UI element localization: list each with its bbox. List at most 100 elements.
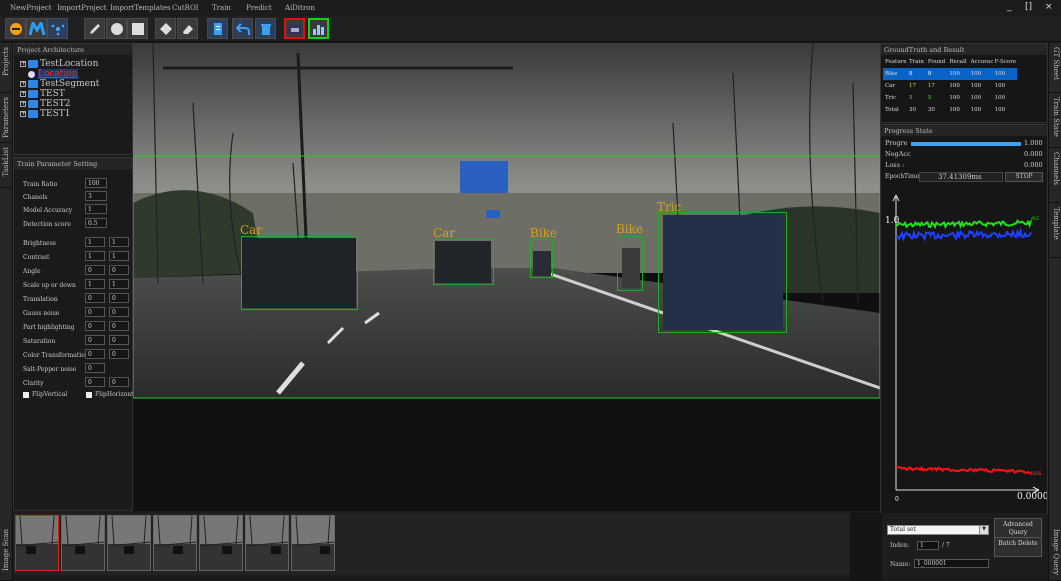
table-row[interactable]: Tric 5 5 100 100 100 bbox=[883, 92, 1017, 104]
expand-icon[interactable]: + bbox=[20, 111, 26, 117]
network-tool-button[interactable] bbox=[47, 18, 68, 39]
tree-item[interactable]: + TEST bbox=[20, 89, 99, 99]
delete-button[interactable] bbox=[255, 18, 276, 39]
checkbox-fliphorizontal[interactable]: FlipHorizontal bbox=[86, 391, 133, 398]
parameter-input[interactable]: 0 bbox=[85, 335, 105, 345]
parameter-row: Salt-Pepper noise 0 bbox=[14, 363, 135, 376]
thumbnail[interactable] bbox=[61, 515, 105, 571]
parameter-input[interactable]: 1 bbox=[85, 251, 105, 261]
image-viewer[interactable]: Car Car Bike Bike Tric bbox=[133, 43, 880, 511]
table-row[interactable]: Car 17 17 100 100 100 bbox=[883, 80, 1017, 92]
query-set-select[interactable]: Total set ▼ bbox=[887, 525, 989, 535]
parameter-input[interactable]: 3 bbox=[85, 191, 107, 201]
tab-projects[interactable]: Projects bbox=[0, 43, 13, 93]
name-input[interactable]: 1_000001 bbox=[914, 559, 989, 568]
table-cell: 100 bbox=[994, 95, 1006, 101]
close-button[interactable]: × bbox=[1045, 2, 1053, 12]
thumbnail[interactable] bbox=[107, 515, 151, 571]
menu-new-project[interactable]: NewProject bbox=[10, 4, 52, 12]
tab-image-scan[interactable]: Image Scan bbox=[0, 513, 13, 581]
parameter-input[interactable]: 0 bbox=[85, 265, 105, 275]
menu-train[interactable]: Train bbox=[212, 4, 231, 12]
tab-template[interactable]: Template bbox=[1049, 203, 1061, 258]
chevron-down-icon[interactable]: ▼ bbox=[979, 526, 988, 534]
parameter-input[interactable]: 0 bbox=[85, 377, 105, 387]
tree-item[interactable]: + TEST1 bbox=[20, 109, 99, 119]
tab-parameters[interactable]: Parameters bbox=[0, 93, 13, 143]
maximize-button[interactable]: [] bbox=[1025, 2, 1032, 12]
tab-tasklist[interactable]: TaskList bbox=[0, 143, 13, 188]
expand-icon[interactable]: + bbox=[20, 101, 26, 107]
menu-cut-roi[interactable]: CutROI bbox=[172, 4, 198, 12]
parameter-input-max[interactable]: 1 bbox=[109, 237, 129, 247]
detection-box[interactable] bbox=[617, 236, 643, 291]
tab-channels[interactable]: Channels bbox=[1049, 148, 1061, 203]
menu-import-project[interactable]: ImportProject bbox=[57, 4, 107, 12]
table-row[interactable]: Total 30 30 100 100 100 bbox=[883, 104, 1017, 116]
thumbnail[interactable] bbox=[153, 515, 197, 571]
tree-item[interactable]: Location bbox=[20, 69, 99, 79]
expand-icon[interactable]: + bbox=[20, 81, 26, 87]
thumbnail[interactable] bbox=[199, 515, 243, 571]
parameter-input-max[interactable]: 0 bbox=[109, 265, 129, 275]
table-cell: 100 bbox=[949, 95, 960, 101]
thumbnail[interactable] bbox=[15, 515, 59, 571]
parameter-input-max[interactable]: 0 bbox=[109, 335, 129, 345]
thumbnail[interactable] bbox=[291, 515, 335, 571]
minimize-button[interactable]: _ bbox=[1007, 2, 1012, 12]
parameter-input-max[interactable]: 0 bbox=[109, 349, 129, 359]
eraser-tool-button[interactable] bbox=[177, 18, 198, 39]
menu-import-templates[interactable]: ImportTemplates bbox=[110, 4, 171, 12]
detection-box[interactable] bbox=[241, 236, 358, 310]
statistics-button[interactable] bbox=[308, 18, 329, 39]
menu-predict[interactable]: Predict bbox=[246, 4, 272, 12]
cancel-tool-button[interactable] bbox=[5, 18, 26, 39]
batch-delete-button[interactable]: Batch Delete bbox=[994, 537, 1042, 557]
parameter-input-max[interactable]: 1 bbox=[109, 279, 129, 289]
parameter-input[interactable]: 0.5 bbox=[85, 218, 107, 228]
parameter-input[interactable]: 100 bbox=[85, 178, 107, 188]
checkbox-icon[interactable] bbox=[86, 391, 92, 398]
parameter-input[interactable]: 0 bbox=[85, 307, 105, 317]
checkbox-flipvertical[interactable]: FlipVertical bbox=[23, 391, 67, 398]
parameter-input[interactable]: 0 bbox=[85, 363, 105, 373]
stop-button[interactable]: STOP bbox=[1005, 172, 1043, 182]
detection-box[interactable] bbox=[530, 239, 553, 278]
checkbox-icon[interactable] bbox=[23, 391, 29, 398]
parameter-input-max[interactable]: 0 bbox=[109, 293, 129, 303]
parameter-input[interactable]: 1 bbox=[85, 279, 105, 289]
tree-item[interactable]: + TestLocation bbox=[20, 59, 99, 69]
table-row[interactable]: Bike 8 8 100 100 100 bbox=[883, 68, 1017, 80]
detection-box[interactable] bbox=[658, 212, 787, 333]
parameter-input[interactable]: 0 bbox=[85, 321, 105, 331]
parameter-input[interactable]: 1 bbox=[85, 237, 105, 247]
pen-tool-button[interactable] bbox=[84, 18, 105, 39]
tree-item[interactable]: + TestSegment bbox=[20, 79, 99, 89]
circle-tool-button[interactable] bbox=[106, 18, 127, 39]
parameter-input-max[interactable]: 0 bbox=[109, 321, 129, 331]
parameter-input[interactable]: 0 bbox=[85, 349, 105, 359]
tab-train-state[interactable]: Train State bbox=[1049, 93, 1061, 148]
tab-image-query[interactable]: Image Query bbox=[1049, 513, 1061, 581]
undo-button[interactable] bbox=[232, 18, 253, 39]
parameter-input[interactable]: 0 bbox=[85, 293, 105, 303]
expand-icon[interactable]: + bbox=[20, 91, 26, 97]
detection-box[interactable] bbox=[433, 239, 494, 285]
rectangle-tool-button[interactable] bbox=[127, 18, 148, 39]
thumbnail[interactable] bbox=[245, 515, 289, 571]
predict-image-button[interactable] bbox=[284, 18, 305, 39]
parameter-input-max[interactable]: 0 bbox=[109, 307, 129, 317]
copy-tool-button[interactable] bbox=[207, 18, 228, 39]
model-tool-button[interactable] bbox=[26, 18, 47, 39]
parameter-input-max[interactable]: 0 bbox=[109, 377, 129, 387]
expand-icon[interactable]: + bbox=[20, 61, 26, 67]
parameter-input-max[interactable]: 1 bbox=[109, 251, 129, 261]
fill-tool-button[interactable] bbox=[155, 18, 176, 39]
advanced-query-button[interactable]: Advanced Query bbox=[994, 518, 1042, 538]
folder-icon bbox=[28, 90, 38, 98]
parameter-input[interactable]: 1 bbox=[85, 204, 107, 214]
tab-gt-sheet[interactable]: GT Sheet bbox=[1049, 43, 1061, 93]
index-input[interactable]: 1 bbox=[917, 541, 939, 550]
tree-item[interactable]: + TEST2 bbox=[20, 99, 99, 109]
menu-aiditron[interactable]: AiDitron bbox=[285, 4, 315, 12]
